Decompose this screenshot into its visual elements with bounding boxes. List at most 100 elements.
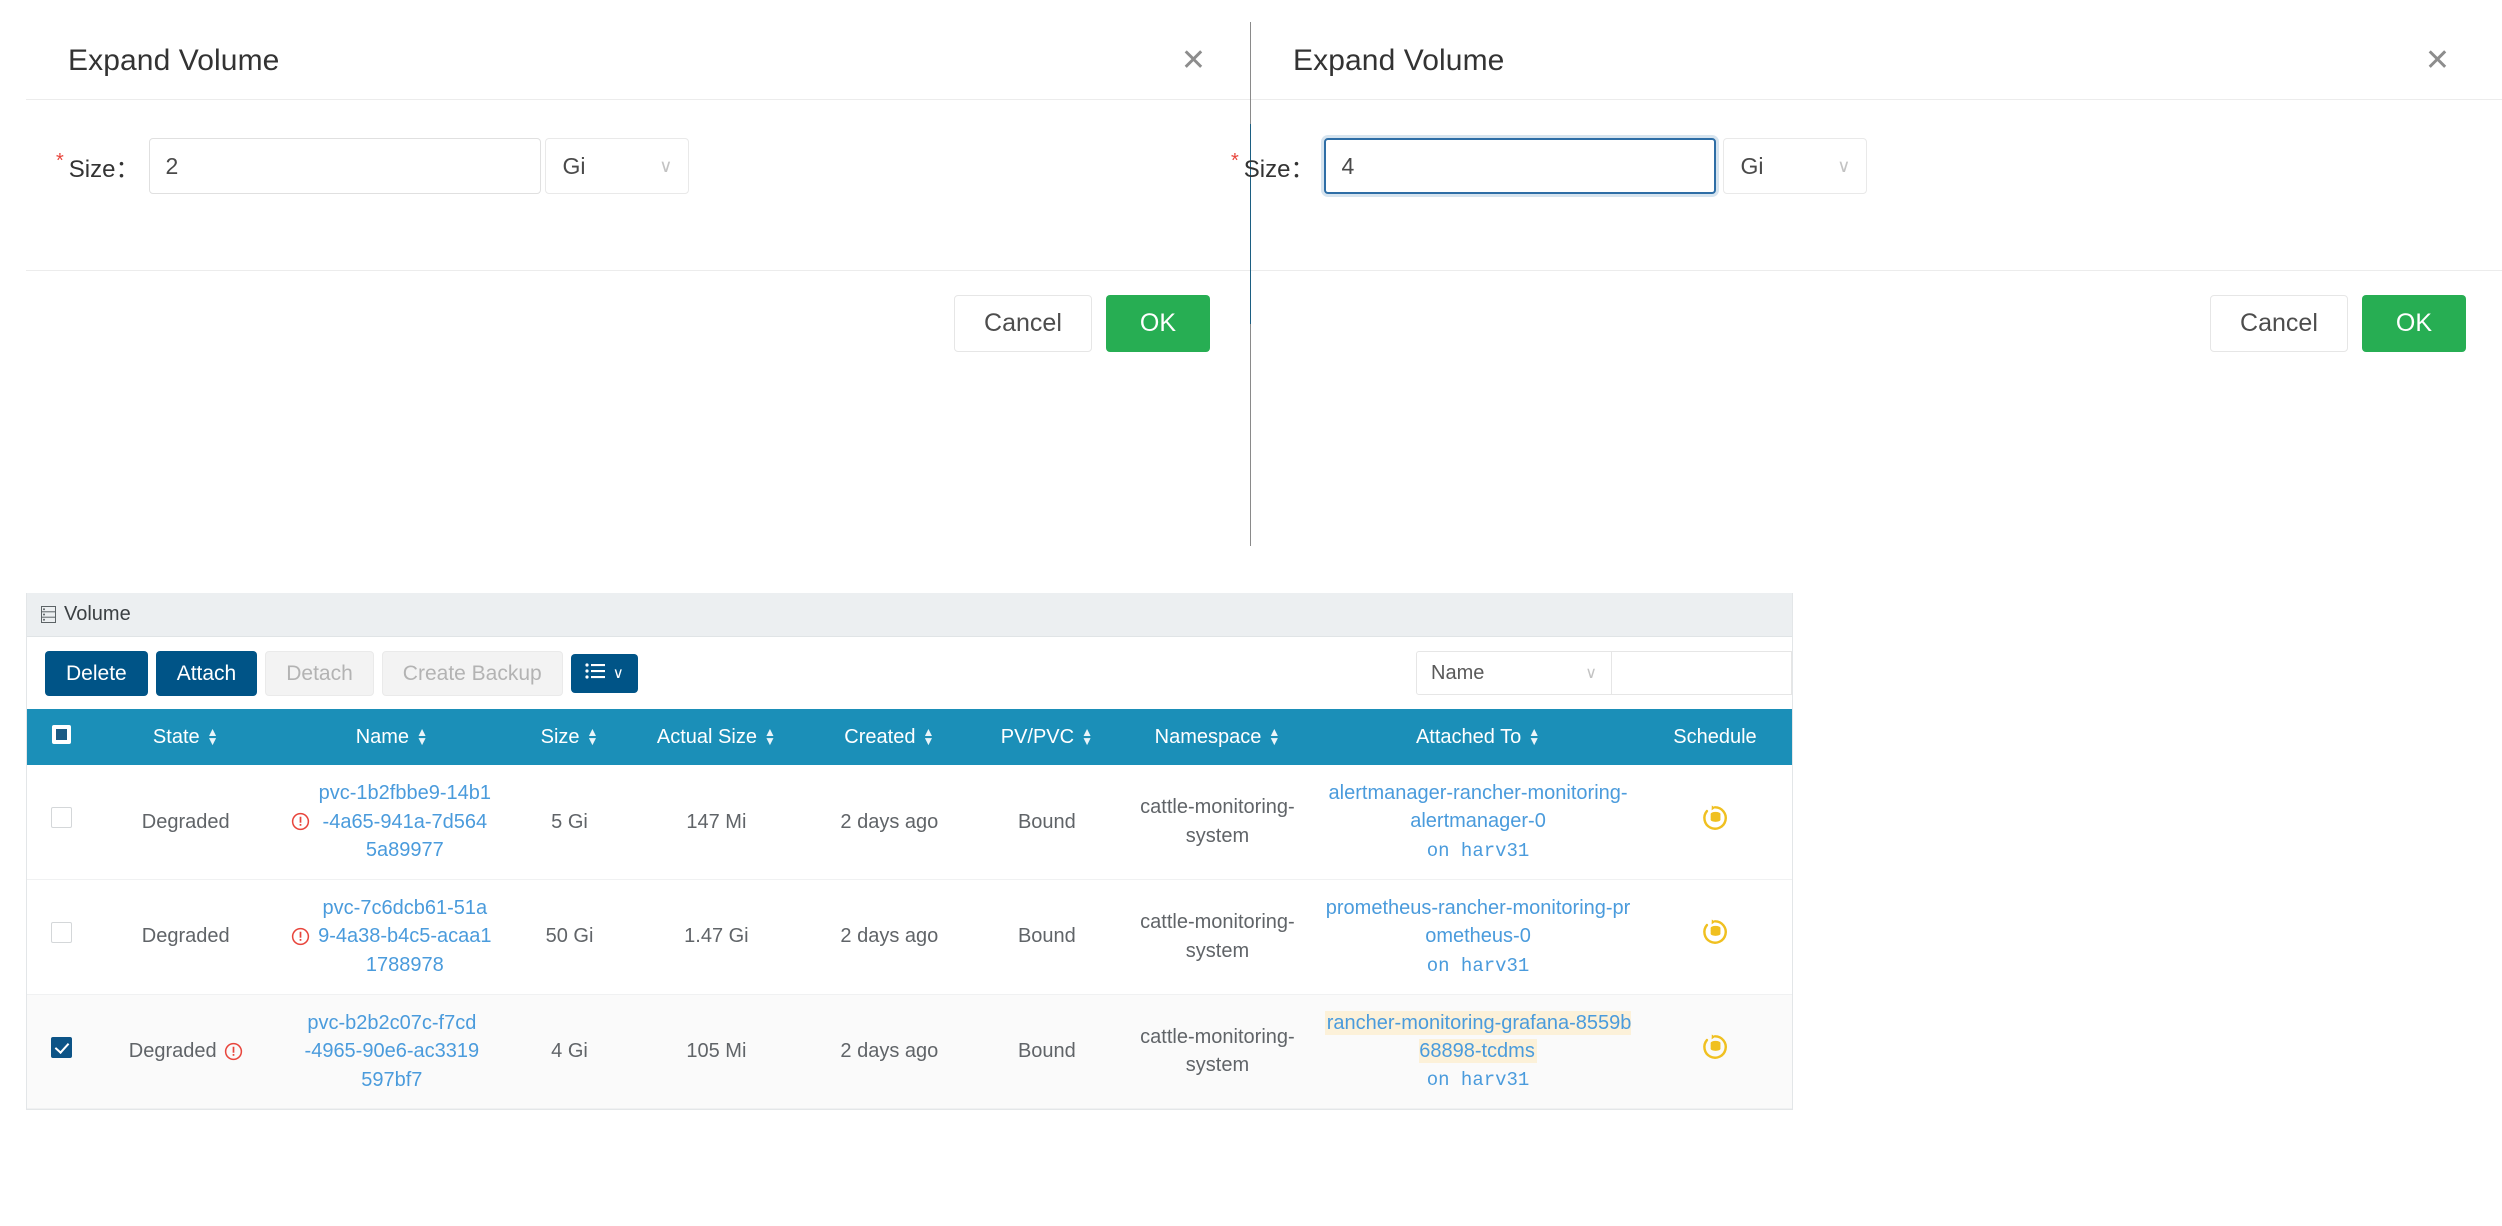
dialog-footer-left: Cancel OK (26, 270, 1250, 376)
close-icon[interactable]: ✕ (1175, 42, 1212, 80)
attached-node-label: on harv31 (1426, 1069, 1530, 1092)
actual-size-cell: 147 Mi (631, 765, 802, 880)
backup-schedule-icon[interactable] (1700, 1032, 1730, 1062)
filter-field-select[interactable]: Name ∨ (1416, 651, 1612, 695)
server-rack-icon (41, 606, 56, 623)
column-header-pvpvc[interactable]: PV/PVC ▲ ▼ (976, 709, 1117, 765)
delete-button[interactable]: Delete (45, 650, 148, 696)
row-select-cell[interactable] (27, 879, 96, 995)
table-row[interactable]: Degraded pvc-b2b2c07c-f7cd-4965-90e6-ac33… (27, 994, 1792, 1110)
sort-icon: ▲ ▼ (586, 725, 599, 748)
status-badge: Degraded (141, 925, 230, 948)
volume-name-link[interactable]: pvc-b2b2c07c-f7cd-4965-90e6-ac3319597bf7 (304, 1009, 480, 1094)
required-asterisk: * (56, 150, 64, 172)
namespace-cell: cattle-monitoring-system (1116, 994, 1319, 1110)
volume-table: State ▲ ▼ Name ▲ ▼ Size ▲ ▼ Actual Size ▲ ▼ (27, 709, 1792, 1110)
dialog-title: Expand Volume (1293, 43, 1505, 77)
attached-node-label: on harv31 (1426, 839, 1530, 862)
attached-to-link[interactable]: rancher-monitoring-grafana-8559b68898-tc… (1324, 1010, 1632, 1063)
chevron-down-icon: ∨ (1585, 665, 1597, 682)
dialog-body-right: * Size： Gi ∨ (1231, 100, 2502, 270)
table-header-row: State ▲ ▼ Name ▲ ▼ Size ▲ ▼ Actual Size ▲ ▼ (27, 709, 1792, 765)
column-label: Name (355, 725, 410, 748)
cancel-button[interactable]: Cancel (954, 295, 1092, 352)
dialog-header-left: Expand Volume ✕ (26, 22, 1250, 100)
unit-select[interactable]: Gi ∨ (545, 138, 690, 194)
dialog-footer-right: Cancel OK (1251, 270, 2502, 376)
table-row[interactable]: Degraded pvc-7c6dcb61-51a9-4a38-b4c5-acaa… (27, 879, 1792, 995)
column-label: Size (540, 725, 580, 748)
dialog-header-right: Expand Volume ✕ (1251, 22, 2502, 100)
actual-size-cell: 1.47 Gi (631, 879, 802, 995)
size-cell: 50 Gi (507, 879, 632, 995)
column-label: Created (844, 725, 916, 748)
ok-button[interactable]: OK (2361, 295, 2466, 352)
list-view-icon (585, 662, 606, 684)
schedule-cell (1637, 994, 1792, 1110)
list-view-menu-button[interactable]: ∨ (570, 653, 638, 693)
attached-to-link[interactable]: prometheus-rancher-monitoring-prometheus… (1326, 897, 1631, 947)
attached-to-cell: rancher-monitoring-grafana-8559b68898-tc… (1318, 994, 1638, 1110)
create-backup-button: Create Backup (381, 650, 563, 696)
dialog-body-left: * Size： Gi ∨ (26, 100, 1250, 270)
select-all-header[interactable] (27, 709, 96, 765)
created-cell: 2 days ago (801, 879, 977, 995)
column-label: PV/PVC (1000, 725, 1075, 748)
column-header-state[interactable]: State ▲ ▼ (95, 709, 276, 765)
dialog-title: Expand Volume (68, 43, 280, 77)
column-header-namespace[interactable]: Namespace ▲ ▼ (1116, 709, 1319, 765)
volume-name-link[interactable]: pvc-7c6dcb61-51a9-4a38-b4c5-acaa11788978 (317, 894, 492, 979)
schedule-cell (1637, 879, 1792, 995)
state-cell: Degraded (95, 879, 276, 995)
row-checkbox[interactable] (50, 1036, 72, 1058)
cancel-button[interactable]: Cancel (2210, 295, 2348, 352)
sort-icon: ▲ ▼ (922, 725, 935, 748)
column-header-attached-to[interactable]: Attached To ▲ ▼ (1318, 709, 1638, 765)
size-label: Size： (68, 155, 140, 183)
sort-icon: ▲ ▼ (1081, 725, 1093, 748)
attached-node-label: on harv31 (1426, 954, 1530, 977)
state-cell: Degraded (95, 765, 276, 880)
ok-button[interactable]: OK (1105, 295, 1210, 352)
backup-schedule-icon[interactable] (1700, 803, 1730, 833)
row-select-cell[interactable] (27, 765, 96, 880)
search-input[interactable] (1612, 651, 1792, 695)
backup-schedule-icon[interactable] (1700, 917, 1730, 947)
pvpvc-cell: Bound (976, 879, 1117, 995)
select-all-checkbox[interactable] (51, 724, 71, 744)
error-circle-icon (291, 812, 310, 831)
screen-root: Expand Volume ✕ * Size： Gi ∨ Cancel OK E… (0, 0, 2502, 1226)
column-header-actual-size[interactable]: Actual Size ▲ ▼ (631, 709, 802, 765)
sort-icon: ▲ ▼ (206, 725, 219, 748)
volume-table-body: Degraded pvc-1b2fbbe9-14b1-4a65-941a-7d56… (27, 765, 1792, 1110)
column-header-created[interactable]: Created ▲ ▼ (801, 709, 977, 765)
row-checkbox[interactable] (50, 807, 72, 829)
close-icon[interactable]: ✕ (2419, 42, 2456, 80)
size-cell: 4 Gi (507, 994, 632, 1110)
table-row[interactable]: Degraded pvc-1b2fbbe9-14b1-4a65-941a-7d56… (27, 765, 1792, 880)
column-label: Attached To (1415, 725, 1522, 748)
sort-icon: ▲ ▼ (763, 725, 776, 748)
row-checkbox[interactable] (50, 921, 72, 943)
size-form-row: * Size： Gi ∨ (56, 138, 690, 194)
row-select-cell[interactable] (27, 994, 96, 1110)
volume-card: Volume Delete Attach Detach Create Backu… (26, 593, 1793, 1111)
unit-select-value: Gi (562, 152, 586, 179)
error-circle-icon (291, 927, 310, 946)
sort-icon: ▲ ▼ (416, 725, 428, 748)
unit-select[interactable]: Gi ∨ (1723, 138, 1868, 194)
created-cell: 2 days ago (801, 994, 977, 1110)
column-label: State (152, 725, 200, 748)
attached-to-link[interactable]: alertmanager-rancher-monitoring-alertman… (1329, 782, 1628, 832)
required-asterisk: * (1231, 150, 1239, 172)
size-input[interactable] (149, 138, 542, 194)
column-header-size[interactable]: Size ▲ ▼ (507, 709, 632, 765)
attach-button[interactable]: Attach (155, 650, 258, 696)
volume-table-head: State ▲ ▼ Name ▲ ▼ Size ▲ ▼ Actual Size ▲ ▼ (27, 709, 1792, 765)
column-label: Actual Size (656, 725, 757, 748)
size-input[interactable] (1324, 138, 1717, 194)
volume-name-link[interactable]: pvc-1b2fbbe9-14b1-4a65-941a-7d5645a89977 (317, 779, 492, 864)
sort-icon: ▲ ▼ (1528, 725, 1541, 748)
column-header-name[interactable]: Name ▲ ▼ (275, 709, 508, 765)
attached-to-cell: prometheus-rancher-monitoring-prometheus… (1318, 879, 1638, 995)
